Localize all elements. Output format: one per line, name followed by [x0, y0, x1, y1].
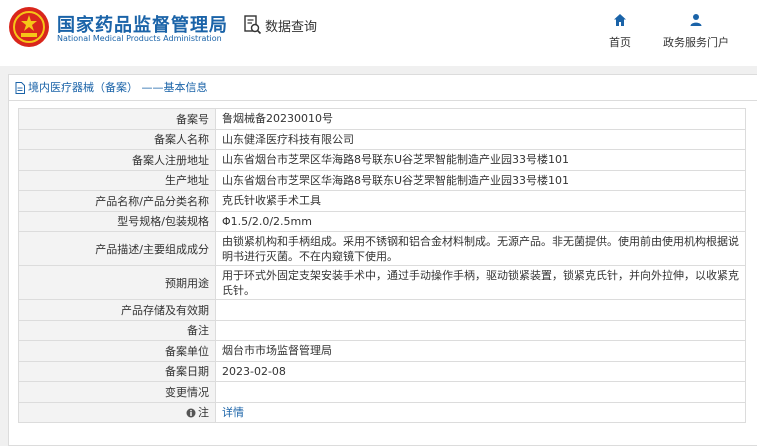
row-label: 生产地址: [18, 169, 216, 191]
site-header: 国家药品监督管理局 National Medical Products Admi…: [0, 0, 757, 66]
row-value: [215, 319, 746, 341]
data-query-link[interactable]: 数据查询: [244, 15, 317, 35]
table-row: 生产地址 山东省烟台市芝罘区华海路8号联东U谷芝罘智能制造产业园33号楼101: [18, 169, 746, 191]
row-label: 产品名称/产品分类名称: [18, 190, 216, 212]
data-query-label: 数据查询: [265, 19, 318, 35]
row-value: [215, 381, 746, 403]
row-label: 变更情况: [18, 381, 216, 403]
row-value: Φ1.5/2.0/2.5mm: [215, 210, 746, 232]
table-row: 产品名称/产品分类名称 克氏针收紧手术工具: [18, 190, 746, 212]
table-row: 备案号 鲁烟械备20230010号: [18, 108, 746, 130]
row-label: 备案单位: [18, 340, 216, 362]
national-emblem-icon: [9, 7, 49, 47]
table-row: 变更情况: [18, 381, 746, 403]
row-value: 山东省烟台市芝罘区华海路8号联东U谷芝罘智能制造产业园33号楼101: [215, 169, 746, 191]
user-icon: [690, 14, 702, 26]
table-row: 产品描述/主要组成成分 由锁紧机构和手柄组成。采用不锈钢和铝合金材料制成。无源产…: [18, 231, 746, 266]
panel-title: 境内医疗器械（备案） ——基本信息: [9, 75, 757, 101]
nav-home[interactable]: 首页: [602, 12, 638, 50]
nav-service-portal[interactable]: 政务服务门户: [656, 12, 736, 50]
table-row: 注 详情: [18, 401, 746, 423]
row-label: 型号规格/包装规格: [18, 210, 216, 232]
document-icon: [15, 81, 25, 94]
table-row: 备注: [18, 319, 746, 341]
table-row: 产品存储及有效期: [18, 299, 746, 321]
info-table: 备案号 鲁烟械备20230010号 备案人名称 山东健泽医疗科技有限公司 备案人…: [18, 108, 746, 423]
detail-link[interactable]: 详情: [222, 406, 244, 419]
row-value: 克氏针收紧手术工具: [215, 190, 746, 212]
row-label: 备案人注册地址: [18, 149, 216, 171]
table-row: 预期用途 用于环式外固定支架安装手术中，通过手动操作手柄，驱动锁紧装置，锁紧克氏…: [18, 265, 746, 300]
row-value: 山东健泽医疗科技有限公司: [215, 128, 746, 150]
home-icon: [614, 14, 626, 26]
note-label: 注: [198, 406, 209, 420]
table-row: 型号规格/包装规格 Φ1.5/2.0/2.5mm: [18, 210, 746, 232]
row-label: 备案人名称: [18, 128, 216, 150]
row-value: 山东省烟台市芝罘区华海路8号联东U谷芝罘智能制造产业园33号楼101: [215, 149, 746, 171]
row-label: 备案号: [18, 108, 216, 130]
table-row: 备案人注册地址 山东省烟台市芝罘区华海路8号联东U谷芝罘智能制造产业园33号楼1…: [18, 149, 746, 171]
table-row: 备案单位 烟台市市场监督管理局: [18, 340, 746, 362]
row-value: 用于环式外固定支架安装手术中，通过手动操作手柄，驱动锁紧装置，锁紧克氏针，并向外…: [215, 265, 746, 300]
table-row: 备案人名称 山东健泽医疗科技有限公司: [18, 128, 746, 150]
nav-portal-label: 政务服务门户: [663, 36, 729, 49]
row-label: 产品存储及有效期: [18, 299, 216, 321]
table-row: 备案日期 2023-02-08: [18, 360, 746, 382]
panel-title-text: 境内医疗器械（备案） ——基本信息: [28, 80, 208, 94]
row-value: 烟台市市场监督管理局: [215, 340, 746, 362]
basic-info-panel: 境内医疗器械（备案） ——基本信息 备案号 鲁烟械备20230010号 备案人名…: [8, 74, 757, 446]
row-label: 备案日期: [18, 360, 216, 382]
search-document-icon: [244, 15, 262, 35]
row-label: 产品描述/主要组成成分: [18, 231, 216, 266]
row-value: [215, 299, 746, 321]
row-value: 鲁烟械备20230010号: [215, 108, 746, 130]
row-value: 由锁紧机构和手柄组成。采用不锈钢和铝合金材料制成。无源产品。非无菌提供。使用前由…: [215, 231, 746, 266]
info-icon: [186, 408, 196, 418]
nav-home-label: 首页: [609, 36, 631, 49]
row-label: 预期用途: [18, 265, 216, 300]
row-value: 2023-02-08: [215, 360, 746, 382]
row-label: 备注: [18, 319, 216, 341]
note-label-cell: 注: [18, 401, 216, 423]
logo-title-en: National Medical Products Administration: [57, 34, 222, 43]
note-value-cell: 详情: [215, 401, 746, 423]
